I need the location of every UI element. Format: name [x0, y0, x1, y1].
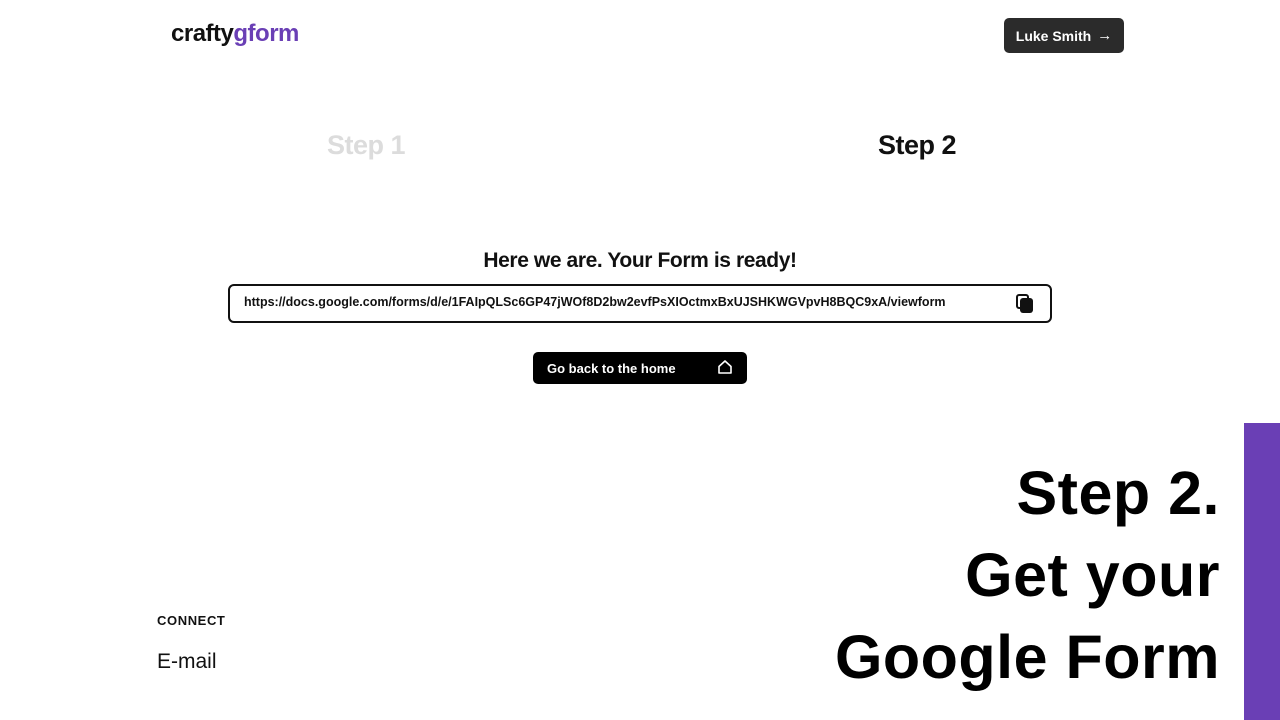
connect-label: CONNECT [157, 613, 226, 628]
go-home-label: Go back to the home [547, 360, 676, 376]
logo-text-crafty: crafty [171, 20, 234, 47]
go-home-button[interactable]: Go back to the home [533, 352, 747, 384]
form-url-field[interactable]: https://docs.google.com/forms/d/e/1FAIpQ… [228, 284, 1052, 323]
decorative-purple-bar [1244, 423, 1280, 720]
logo[interactable]: craftygform [171, 20, 299, 48]
promo-line-2: Get your [965, 541, 1220, 609]
arrow-right-icon: → [1097, 27, 1113, 44]
form-ready-heading: Here we are. Your Form is ready! [483, 249, 797, 272]
email-link[interactable]: E-mail [157, 650, 217, 674]
step-1-indicator: Step 1 [327, 130, 406, 160]
home-icon [717, 359, 733, 378]
form-url-text[interactable]: https://docs.google.com/forms/d/e/1FAIpQ… [230, 295, 1014, 309]
user-name-label: Luke Smith [1015, 27, 1092, 44]
logo-text-gform: gform [233, 20, 299, 47]
promo-heading: Step 2. Get your Google Form [835, 452, 1220, 698]
promo-line-3: Google Form [834, 623, 1220, 691]
copy-icon[interactable] [1014, 293, 1036, 315]
promo-line-1: Step 2. [1016, 459, 1220, 527]
user-account-button[interactable]: Luke Smith → [1004, 18, 1124, 53]
step-2-indicator: Step 2 [878, 130, 957, 160]
